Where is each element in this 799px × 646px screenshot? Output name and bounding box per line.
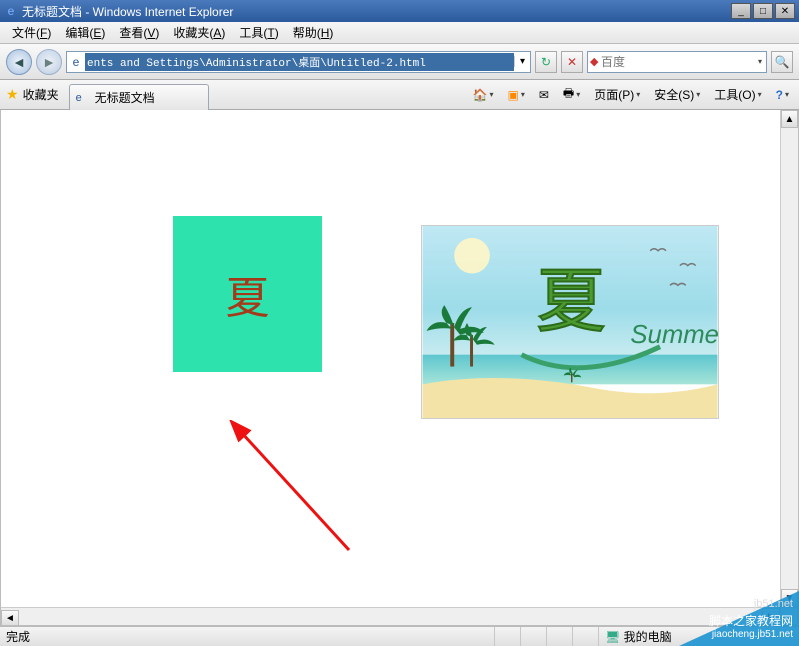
print-icon: 🖶 bbox=[563, 84, 574, 105]
menu-f[interactable]: 文件(F) bbox=[6, 22, 57, 43]
page-icon: e bbox=[67, 55, 85, 69]
horizontal-scrollbar[interactable]: ◄ ► bbox=[1, 607, 780, 625]
minimize-button[interactable]: _ bbox=[731, 3, 751, 19]
menu-v[interactable]: 查看(V) bbox=[113, 22, 165, 43]
green-box-character: 夏 bbox=[226, 262, 270, 326]
home-button[interactable]: 🏠▾ bbox=[469, 86, 498, 104]
status-pane-4 bbox=[573, 627, 599, 646]
page-viewport: 夏 夏 Summ bbox=[0, 110, 799, 626]
address-dropdown[interactable]: ▾ bbox=[514, 56, 530, 67]
tools-menu[interactable]: 工具(O)▾ bbox=[710, 84, 765, 105]
stop-button[interactable]: ✕ bbox=[561, 51, 583, 73]
address-input[interactable] bbox=[85, 53, 514, 71]
security-zone[interactable]: 🖥 我的电脑 bbox=[599, 627, 799, 646]
favorites-bar: ★ 收藏夹 e 无标题文档 🏠▾ ▣▾ ✉ 🖶▾ 页面(P)▾ 安全(S)▾ 工… bbox=[0, 80, 799, 110]
maximize-button[interactable]: □ bbox=[753, 3, 773, 19]
safety-menu[interactable]: 安全(S)▾ bbox=[650, 84, 704, 105]
menu-e[interactable]: 编辑(E) bbox=[59, 22, 111, 43]
favorites-star-icon[interactable]: ★ bbox=[6, 86, 19, 103]
summer-subtext: Summer bbox=[630, 321, 719, 349]
summer-char: 夏 bbox=[536, 262, 605, 340]
ie-icon: e bbox=[4, 4, 18, 18]
help-button[interactable]: ?▾ bbox=[772, 86, 793, 104]
home-icon: 🏠 bbox=[473, 88, 488, 102]
summer-image: 夏 Summer bbox=[421, 225, 719, 419]
forward-button[interactable]: ► bbox=[36, 49, 62, 75]
search-dropdown[interactable]: ▾ bbox=[756, 57, 764, 66]
command-bar: 🏠▾ ▣▾ ✉ 🖶▾ 页面(P)▾ 安全(S)▾ 工具(O)▾ ?▾ bbox=[469, 82, 793, 107]
favorites-label[interactable]: 收藏夹 bbox=[23, 86, 59, 103]
title-bar: e 无标题文档 - Windows Internet Explorer _ □ … bbox=[0, 0, 799, 22]
feeds-button[interactable]: ▣▾ bbox=[504, 86, 529, 104]
read-mail-button[interactable]: ✉ bbox=[535, 86, 553, 104]
vertical-scrollbar[interactable]: ▲ ▼ bbox=[780, 110, 798, 607]
address-bar: e ▾ bbox=[66, 51, 531, 73]
green-box: 夏 bbox=[173, 216, 322, 372]
menu-h[interactable]: 帮助(H) bbox=[287, 22, 340, 43]
mail-icon: ✉ bbox=[539, 88, 549, 102]
page-content: 夏 夏 Summ bbox=[1, 110, 780, 607]
back-button[interactable]: ◄ bbox=[6, 49, 32, 75]
print-button[interactable]: 🖶▾ bbox=[559, 82, 584, 107]
annotation-arrow bbox=[229, 420, 369, 560]
window-title: 无标题文档 - Windows Internet Explorer bbox=[22, 3, 731, 20]
scroll-down-arrow[interactable]: ▼ bbox=[781, 589, 798, 607]
status-text: 完成 bbox=[0, 627, 495, 646]
tab-title: 无标题文档 bbox=[95, 89, 155, 106]
tab-strip: e 无标题文档 bbox=[69, 80, 469, 109]
search-input[interactable] bbox=[601, 55, 756, 69]
refresh-button[interactable]: ↻ bbox=[535, 51, 557, 73]
tab-page-icon: e bbox=[76, 92, 90, 104]
search-provider-icon: ◆ bbox=[590, 55, 601, 68]
scroll-right-arrow[interactable]: ► bbox=[762, 608, 780, 625]
scroll-corner bbox=[780, 607, 798, 625]
zone-icon: 🖥 bbox=[605, 630, 620, 644]
status-pane-1 bbox=[495, 627, 521, 646]
status-pane-3 bbox=[547, 627, 573, 646]
menu-a[interactable]: 收藏夹(A) bbox=[167, 22, 231, 43]
scroll-left-arrow[interactable]: ◄ bbox=[1, 610, 19, 626]
menu-bar: 文件(F)编辑(E)查看(V)收藏夹(A)工具(T)帮助(H) bbox=[0, 22, 799, 44]
status-pane-2 bbox=[521, 627, 547, 646]
search-box: ◆ ▾ bbox=[587, 51, 767, 73]
page-menu[interactable]: 页面(P)▾ bbox=[590, 84, 644, 105]
navigation-bar: ◄ ► e ▾ ↻ ✕ ◆ ▾ 🔍 bbox=[0, 44, 799, 80]
feeds-icon: ▣ bbox=[508, 88, 519, 102]
browser-tab[interactable]: e 无标题文档 bbox=[69, 84, 209, 110]
help-icon: ? bbox=[776, 88, 783, 102]
window-controls: _ □ ✕ bbox=[731, 3, 795, 19]
close-button[interactable]: ✕ bbox=[775, 3, 795, 19]
scroll-up-arrow[interactable]: ▲ bbox=[781, 110, 798, 128]
status-bar: 完成 🖥 我的电脑 bbox=[0, 626, 799, 646]
search-go-button[interactable]: 🔍 bbox=[771, 51, 793, 73]
menu-t[interactable]: 工具(T) bbox=[233, 22, 284, 43]
